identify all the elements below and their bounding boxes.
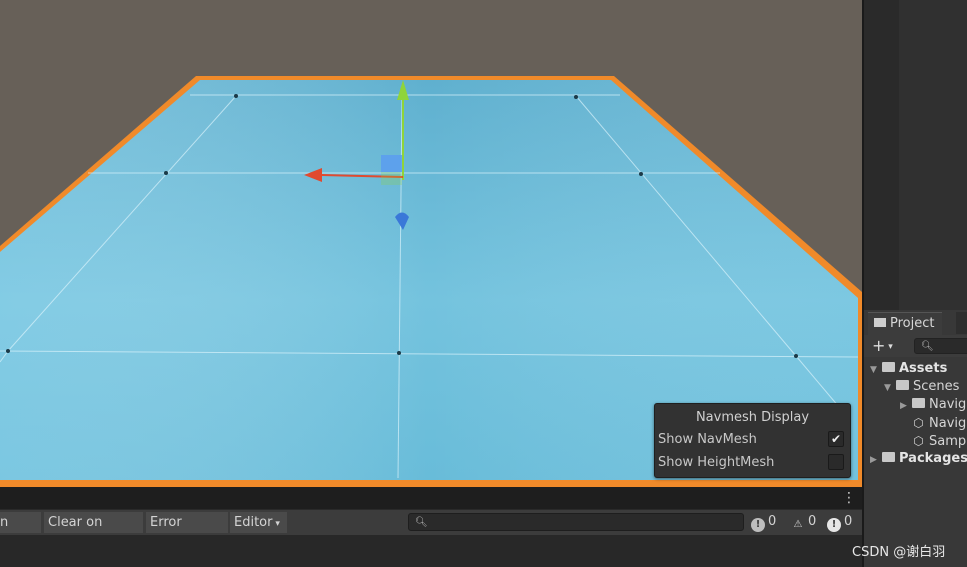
plus-icon: + — [872, 336, 886, 355]
tree-item-label: Navig — [929, 416, 967, 431]
tree-item-label: Scenes — [913, 379, 960, 394]
collapse-arrow-icon[interactable]: ▶ — [870, 451, 882, 469]
tab-other[interactable] — [956, 312, 967, 334]
tree-item-packages[interactable]: ▶ Packages — [870, 450, 967, 468]
log-count: 0 — [768, 514, 777, 529]
warning-count-toggle[interactable]: ⚠ 0 — [791, 513, 817, 531]
navmesh-display-panel: Navmesh Display Show NavMesh ✔ Show Heig… — [654, 403, 851, 478]
clear-on-play-button[interactable]: n Play — [0, 512, 41, 551]
tree-item-samp-scene[interactable]: ⬡ Samp — [912, 432, 966, 450]
error-count-toggle[interactable]: ! 0 — [827, 513, 853, 532]
folder-open-icon — [896, 380, 909, 390]
navmesh-display-title: Navmesh Display — [695, 410, 810, 425]
tree-item-label: Navig — [929, 397, 967, 412]
error-icon: ! — [827, 518, 841, 532]
clear-on-build-button[interactable]: Clear on Build — [44, 512, 143, 551]
warning-count: 0 — [808, 514, 817, 529]
console-tab-bar: ⋮ — [0, 487, 862, 509]
search-icon: 🔍︎ — [415, 517, 428, 528]
tree-item-scenes[interactable]: ▼ Scenes — [884, 378, 959, 396]
project-toolbar: + ▾ 🔍︎ — [864, 335, 967, 357]
tab-project[interactable]: Project — [868, 312, 943, 335]
watermark: CSDN @谢白羽 — [852, 545, 946, 560]
unity-scene-icon: ⬡ — [913, 416, 924, 430]
more-options-icon[interactable]: ⋮ — [842, 490, 856, 506]
add-button[interactable]: + ▾ — [872, 335, 893, 358]
error-pause-button[interactable]: Error Pause — [146, 512, 228, 551]
tree-item-label: Packages — [899, 451, 967, 466]
show-heightmesh-label: Show HeightMesh — [658, 455, 775, 470]
console-log-area[interactable] — [0, 535, 862, 567]
checkmark-icon: ✔ — [830, 432, 842, 446]
folder-icon — [874, 318, 886, 327]
collapse-arrow-icon[interactable]: ▶ — [900, 397, 912, 415]
project-panel: Project + ▾ 🔍︎ ▼ Assets ▼ Scenes ▶ Navig ⬡ N… — [864, 310, 967, 567]
tree-item-label: Samp — [929, 434, 967, 449]
tree-item-navig-scene[interactable]: ⬡ Navig — [912, 414, 966, 432]
log-count-toggle[interactable]: ! 0 — [751, 513, 777, 532]
console-toolbar: n Play Clear on Build Error Pause Editor… — [0, 509, 862, 551]
expand-arrow-icon[interactable]: ▼ — [884, 379, 896, 397]
expand-arrow-icon[interactable]: ▼ — [870, 361, 882, 379]
tree-item-navig-folder[interactable]: ▶ Navig — [900, 396, 966, 414]
dropdown-arrow-icon: ▾ — [272, 519, 280, 529]
scene-view[interactable]: Navmesh Display Show NavMesh ✔ Show Heig… — [0, 0, 862, 487]
inspector-panel — [864, 0, 967, 310]
tree-item-assets[interactable]: ▼ Assets — [870, 360, 947, 378]
editor-dropdown-label: Editor — [234, 515, 273, 530]
tab-project-label: Project — [890, 316, 935, 331]
dropdown-arrow-icon: ▾ — [885, 342, 893, 352]
show-heightmesh-checkbox[interactable] — [828, 454, 844, 470]
console-search-input[interactable]: 🔍︎ — [408, 513, 744, 531]
project-search-input[interactable]: 🔍︎ — [914, 338, 967, 354]
xy-plane-handle — [381, 155, 402, 172]
editor-dropdown[interactable]: Editor ▾ — [230, 512, 287, 533]
error-count: 0 — [844, 514, 853, 529]
tree-item-label: Assets — [899, 361, 948, 376]
warning-icon: ⚠ — [793, 519, 803, 530]
folder-icon — [882, 452, 895, 462]
folder-open-icon — [882, 362, 895, 372]
show-navmesh-checkbox[interactable]: ✔ — [828, 431, 844, 447]
show-navmesh-label: Show NavMesh — [658, 432, 757, 447]
folder-icon — [912, 398, 925, 408]
info-icon: ! — [751, 518, 765, 532]
search-icon: 🔍︎ — [921, 341, 934, 352]
unity-scene-icon: ⬡ — [913, 434, 924, 448]
